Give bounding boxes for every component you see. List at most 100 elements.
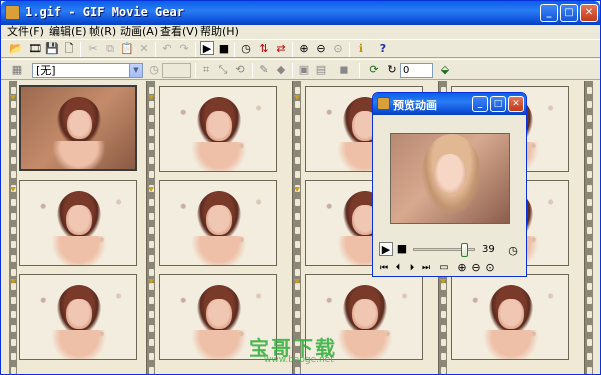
timer-icon[interactable]: ◷ bbox=[506, 244, 520, 258]
frame-thumbnail[interactable] bbox=[451, 274, 569, 360]
redo-icon[interactable]: ↷ bbox=[177, 42, 191, 56]
refresh-icon[interactable]: ↻ bbox=[385, 63, 399, 77]
preview-title-bar[interactable]: 预览动画 _ □ ✕ bbox=[373, 93, 526, 115]
copy-icon[interactable]: ⧉ bbox=[103, 42, 117, 56]
delete-icon[interactable]: ✕ bbox=[137, 42, 151, 56]
frame-thumbnail[interactable] bbox=[19, 180, 137, 266]
sprocket-edge bbox=[147, 81, 155, 374]
menu-frame[interactable]: 帧(R) bbox=[89, 25, 116, 39]
toolbar-separator bbox=[292, 42, 293, 57]
maximize-button[interactable]: □ bbox=[560, 4, 578, 22]
toolbar-separator bbox=[292, 63, 293, 78]
play-icon[interactable]: ▶ bbox=[379, 242, 393, 256]
help-icon[interactable]: ? bbox=[376, 42, 390, 56]
zoom-fit-icon[interactable]: ⊙ bbox=[483, 261, 497, 275]
menu-animation[interactable]: 动画(A) bbox=[120, 25, 158, 39]
brush-icon[interactable]: ✎ bbox=[257, 63, 271, 77]
stop-icon[interactable]: ■ bbox=[395, 242, 409, 256]
title-bar[interactable]: 1.gif - GIF Movie Gear _ □ ✕ bbox=[1, 1, 600, 25]
last-frame-icon[interactable]: ⏭ bbox=[419, 261, 433, 275]
paste-icon[interactable]: 📋 bbox=[120, 42, 134, 56]
frame-icon[interactable]: ▣ bbox=[297, 63, 311, 77]
next-frame-icon[interactable]: ⏵ bbox=[405, 261, 419, 275]
save-icon[interactable]: 💾 bbox=[45, 42, 59, 56]
palette-select[interactable]: [无] ▼ bbox=[32, 63, 143, 78]
toolbar-separator bbox=[80, 42, 81, 57]
stop-icon[interactable]: ■ bbox=[217, 42, 231, 56]
palette-select-value: [无] bbox=[36, 64, 56, 77]
preview-nav: ⏮ ⏴ ⏵ ⏭ ▭ ⊕ ⊖ ⊙ bbox=[377, 261, 523, 275]
flip-horizontal-icon[interactable]: ⇄ bbox=[274, 42, 288, 56]
sprocket-edge bbox=[9, 81, 17, 374]
palette-icon[interactable]: ◼ bbox=[337, 63, 351, 77]
frame-thumbnail[interactable] bbox=[19, 274, 137, 360]
preview-window[interactable]: 预览动画 _ □ ✕ ▶ ■ 39 ◷ ⏮ ⏴ ⏵ ⏭ ▭ ⊕ ⊖ ⊙ bbox=[372, 92, 527, 277]
frame-thumbnail[interactable] bbox=[19, 85, 137, 171]
fill-icon[interactable]: ◆ bbox=[274, 63, 288, 77]
info-icon[interactable]: ℹ bbox=[354, 42, 368, 56]
loop-icon[interactable]: ⟳ bbox=[367, 63, 381, 77]
frame-toolbar: ▦ [无] ▼ ◷ ⌗ ⤡ ⟲ ✎ ◆ ▣ ▤ ◼ ⟳ ↻ 0 ⬙ bbox=[1, 59, 600, 80]
preview-title: 预览动画 bbox=[393, 99, 437, 112]
cut-icon[interactable]: ✂ bbox=[86, 42, 100, 56]
sprocket-edge bbox=[585, 81, 593, 374]
clock-icon[interactable]: ◷ bbox=[147, 63, 161, 77]
preview-minimize-button[interactable]: _ bbox=[472, 96, 488, 112]
menu-help[interactable]: 帮助(H) bbox=[200, 25, 239, 39]
toolbar-separator bbox=[155, 42, 156, 57]
watermark-url: www.baoge.net bbox=[264, 355, 334, 365]
film-strip bbox=[1, 81, 147, 374]
flip-vertical-icon[interactable]: ⇅ bbox=[257, 42, 271, 56]
toolbar-separator bbox=[195, 42, 196, 57]
crop-icon[interactable]: ⌗ bbox=[199, 63, 213, 77]
properties-icon[interactable]: ▦ bbox=[10, 63, 24, 77]
new-icon[interactable]: 🗋 bbox=[62, 42, 76, 56]
toolbar-separator bbox=[252, 63, 253, 78]
first-frame-icon[interactable]: ⏮ bbox=[377, 261, 391, 275]
sprocket-edge bbox=[293, 81, 301, 374]
zoom-in-icon[interactable]: ⊕ bbox=[297, 42, 311, 56]
play-icon[interactable]: ▶ bbox=[200, 41, 214, 55]
zoom-actual-icon[interactable]: ⊙ bbox=[331, 42, 345, 56]
zoom-out-icon[interactable]: ⊖ bbox=[314, 42, 328, 56]
optimize-icon[interactable]: ⬙ bbox=[438, 63, 452, 77]
frames-icon[interactable]: ▤ bbox=[314, 63, 328, 77]
minimize-button[interactable]: _ bbox=[540, 4, 558, 22]
zoom-in-icon[interactable]: ⊕ bbox=[455, 261, 469, 275]
toolbar-separator bbox=[359, 63, 360, 78]
zoom-out-icon[interactable]: ⊖ bbox=[469, 261, 483, 275]
undo-icon[interactable]: ↶ bbox=[160, 42, 174, 56]
app-icon bbox=[5, 5, 20, 20]
toolbar-separator bbox=[349, 42, 350, 57]
resize-icon[interactable]: ⤡ bbox=[216, 63, 230, 77]
delay-field[interactable] bbox=[162, 63, 191, 78]
toolbar-separator bbox=[234, 42, 235, 57]
menu-bar: 文件(F) 编辑(E) 帧(R) 动画(A) 查看(V) 帮助(H) bbox=[1, 25, 600, 39]
toolbar-separator bbox=[195, 63, 196, 78]
window-title: 1.gif - GIF Movie Gear bbox=[25, 5, 184, 19]
chevron-down-icon[interactable]: ▼ bbox=[129, 64, 142, 77]
prev-frame-icon[interactable]: ⏴ bbox=[391, 261, 405, 275]
frame-thumbnail[interactable] bbox=[159, 180, 277, 266]
frame-slider[interactable] bbox=[413, 243, 475, 257]
film-strip bbox=[147, 81, 293, 374]
main-toolbar: 📂 🎞 💾 🗋 ✂ ⧉ 📋 ✕ ↶ ↷ ▶ ■ ◷ ⇅ ⇄ ⊕ ⊖ ⊙ ℹ ? bbox=[1, 39, 600, 58]
menu-edit[interactable]: 编辑(E) bbox=[49, 25, 87, 39]
frame-thumbnail[interactable] bbox=[159, 86, 277, 172]
screen-icon[interactable]: ▭ bbox=[437, 261, 451, 275]
timer-icon[interactable]: ◷ bbox=[239, 42, 253, 56]
film-strip bbox=[585, 81, 600, 374]
preview-image bbox=[390, 133, 510, 224]
menu-view[interactable]: 查看(V) bbox=[160, 25, 198, 39]
open-icon[interactable]: 📂 bbox=[9, 42, 23, 56]
rotate-icon[interactable]: ⟲ bbox=[233, 63, 247, 77]
frame-slider-thumb[interactable] bbox=[461, 243, 468, 257]
loop-count-input[interactable]: 0 bbox=[400, 63, 433, 78]
menu-file[interactable]: 文件(F) bbox=[7, 25, 44, 39]
film-icon[interactable]: 🎞 bbox=[28, 42, 42, 56]
app-window: 1.gif - GIF Movie Gear _ □ ✕ 文件(F) 编辑(E)… bbox=[0, 0, 601, 375]
app-icon bbox=[377, 97, 390, 110]
preview-maximize-button[interactable]: □ bbox=[490, 96, 506, 112]
preview-close-button[interactable]: ✕ bbox=[508, 96, 524, 112]
close-button[interactable]: ✕ bbox=[580, 4, 598, 22]
